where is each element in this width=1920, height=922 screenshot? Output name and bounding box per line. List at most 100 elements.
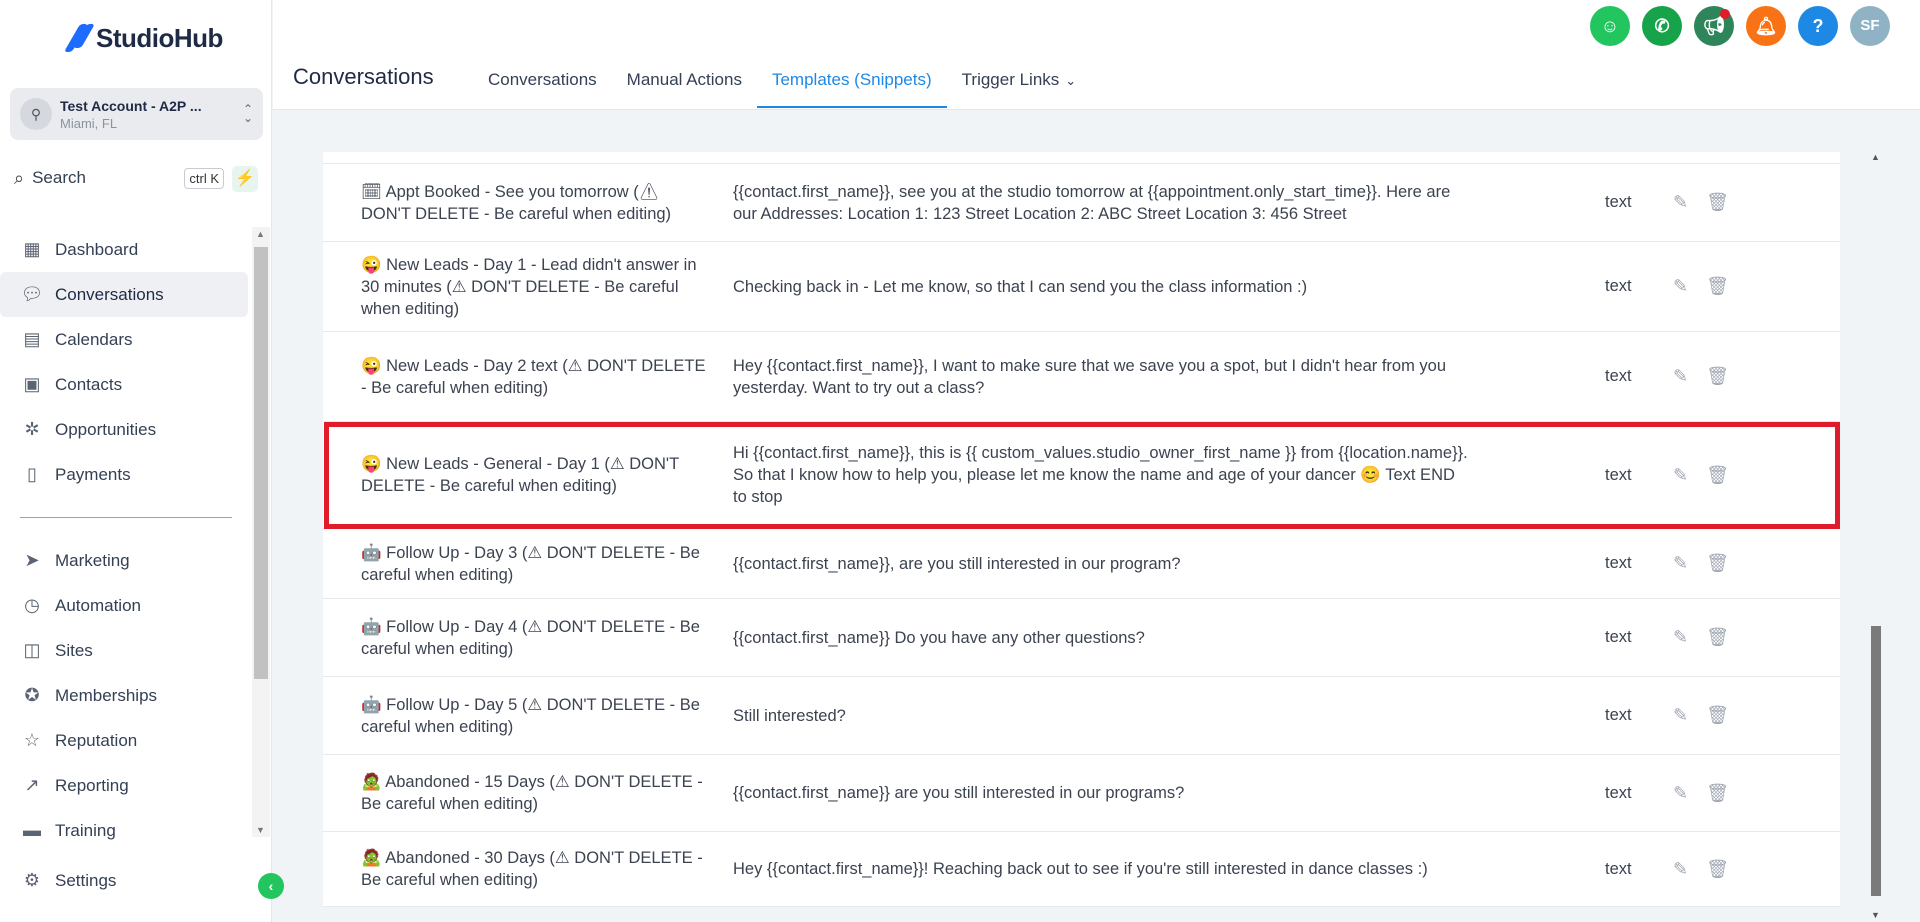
book-icon: ▬ [23,820,41,840]
edit-icon[interactable]: ✎ [1673,276,1688,297]
trash-icon[interactable]: 🗑︎ [1706,192,1729,213]
table-row-highlighted[interactable]: 😜 New Leads - General - Day 1 (⚠ DON'T D… [323,422,1840,529]
ai-bot-icon[interactable]: ☺ [1590,6,1630,46]
page-title: Conversations [293,64,434,89]
sidebar-item-reporting[interactable]: ↗ Reporting [0,763,252,808]
scroll-down-arrow-icon[interactable]: ▼ [256,825,265,835]
tab-manual-actions[interactable]: Manual Actions [612,56,757,108]
table-row-partial [323,152,1840,164]
template-type: text [1605,277,1632,295]
trash-icon[interactable]: 🗑︎ [1706,553,1729,574]
chevron-down-icon: ⌄ [1065,73,1077,88]
trash-icon[interactable]: 🗑︎ [1706,276,1729,297]
chart-icon: ↗ [24,775,40,795]
sidebar-item-calendars[interactable]: ▤ Calendars [0,317,252,362]
sidebar-nav: ▦ Dashboard 💬︎ Conversations ▤ Calendars ▣ C… [0,227,252,853]
sidebar-item-marketing[interactable]: ➤ Marketing [0,538,252,583]
account-switcher[interactable]: ⚲ Test Account - A2P ... Miami, FL ⌃ ⌄ [10,88,263,140]
scroll-up-arrow-icon[interactable]: ▲ [1871,152,1880,162]
sidebar-scrollbar[interactable]: ▲ ▼ [252,227,270,837]
sidebar-item-label: Calendars [55,329,133,349]
sidebar-item-conversations[interactable]: 💬︎ Conversations [0,272,248,317]
edit-icon[interactable]: ✎ [1673,783,1688,804]
template-body: {{contact.first_name}} Do you have any o… [733,628,1145,647]
chat-icon: 💬︎ [20,284,44,304]
edit-icon[interactable]: ✎ [1673,192,1688,213]
bell-icon[interactable]: 🔔︎ [1746,6,1786,46]
trash-icon[interactable]: 🗑︎ [1706,783,1729,804]
table-row[interactable]: 🧟 Abandoned - 30 Days (⚠ DON'T DELETE - … [323,832,1840,907]
quick-action-bolt-icon[interactable]: ⚡ [232,166,258,192]
phone-icon[interactable]: ✆ [1642,6,1682,46]
table-row[interactable]: 😜 New Leads - Day 1 - Lead didn't answer… [323,242,1840,332]
template-body: Checking back in - Let me know, so that … [733,277,1308,296]
sidebar-item-sites[interactable]: ◫ Sites [0,628,252,673]
sidebar-item-label: Training [55,820,116,840]
trash-icon[interactable]: 🗑︎ [1706,627,1729,648]
trash-icon[interactable]: 🗑︎ [1706,705,1729,726]
sidebar-item-memberships[interactable]: ✪ Memberships [0,673,252,718]
template-body: Hey {{contact.first_name}}! Reaching bac… [733,860,1428,878]
table-row[interactable]: 😜 New Leads - Day 2 text (⚠ DON'T DELETE… [323,332,1840,422]
sidebar-item-dashboard[interactable]: ▦ Dashboard [0,227,252,272]
sidebar-item-label: Contacts [55,374,123,394]
sidebar-item-label: Marketing [55,550,130,570]
dashboard-icon: ▦ [23,239,41,259]
table-row[interactable]: 🧟 Abandoned - 15 Days (⚠ DON'T DELETE - … [323,755,1840,832]
template-name: 🤖 Follow Up - Day 5 (⚠ DON'T DELETE - Be… [361,695,700,736]
sidebar-item-payments[interactable]: ▯ Payments [0,452,252,497]
trash-icon[interactable]: 🗑︎ [1706,465,1729,486]
sidebar-item-label: Opportunities [55,419,157,439]
template-type: text [1605,554,1632,572]
sidebar-item-label: Reporting [55,775,129,795]
sidebar-divider [20,517,232,518]
tab-conversations[interactable]: Conversations [473,56,612,108]
scroll-down-arrow-icon[interactable]: ▼ [1871,910,1880,920]
trash-icon[interactable]: 🗑︎ [1706,859,1729,880]
studiohub-logo[interactable]: StudioHub [63,22,223,54]
edit-icon[interactable]: ✎ [1673,366,1688,387]
edit-icon[interactable]: ✎ [1673,553,1688,574]
user-avatar[interactable]: SF [1850,6,1890,46]
edit-icon[interactable]: ✎ [1673,627,1688,648]
sidebar-scrollbar-thumb[interactable] [254,247,268,679]
main-scrollbar-thumb[interactable] [1871,626,1881,896]
sidebar-item-opportunities[interactable]: ✲ Opportunities [0,407,252,452]
calendar-icon: ▤ [23,329,41,349]
table-row[interactable]: 🤖 Follow Up - Day 4 (⚠ DON'T DELETE - Be… [323,599,1840,677]
edit-icon[interactable]: ✎ [1673,705,1688,726]
template-name: 🤖 Follow Up - Day 4 (⚠ DON'T DELETE - Be… [361,617,700,658]
table-row[interactable]: 🤖 Follow Up - Day 3 (⚠ DON'T DELETE - Be… [323,529,1840,599]
tab-label: Conversations [488,70,597,89]
trash-icon[interactable]: 🗑︎ [1706,366,1729,387]
scroll-up-arrow-icon[interactable]: ▲ [256,229,265,239]
sidebar-item-settings[interactable]: ⚙ Settings [20,870,117,891]
sidebar-item-training[interactable]: ▬ Training [0,808,252,853]
template-type: text [1605,628,1632,646]
membership-icon: ✪ [24,685,40,705]
collapse-sidebar-button[interactable]: ‹ [258,873,284,899]
edit-icon[interactable]: ✎ [1673,465,1688,486]
table-row[interactable]: 🤖 Follow Up - Day 5 (⚠ DON'T DELETE - Be… [323,677,1840,755]
template-body: {{contact.first_name}}, see you at the s… [733,182,1451,223]
sidebar-item-reputation[interactable]: ☆ Reputation [0,718,252,763]
tab-label: Templates (Snippets) [771,70,932,89]
help-icon[interactable]: ? [1798,6,1838,46]
search-label: Search [32,168,86,187]
template-type: text [1605,367,1632,385]
automation-icon: ◷ [24,595,40,615]
sidebar-item-label: Settings [55,870,117,890]
brand-name: StudioHub [96,22,223,53]
sidebar-item-label: Conversations [55,284,164,304]
template-body: Still interested? [733,706,846,725]
tab-trigger-links[interactable]: Trigger Links ⌄ [947,56,1092,108]
sidebar-item-label: Memberships [55,685,158,705]
sidebar-item-automation[interactable]: ◷ Automation [0,583,252,628]
megaphone-icon[interactable]: 📢︎ [1694,6,1734,46]
sidebar-item-contacts[interactable]: ▣ Contacts [0,362,252,407]
main-scrollbar[interactable]: ▲ ▼ [1868,148,1884,922]
edit-icon[interactable]: ✎ [1673,859,1688,880]
tab-templates-snippets[interactable]: Templates (Snippets) [756,56,947,108]
search-button[interactable]: ⌕ Search ctrl K [14,164,224,192]
table-row[interactable]: 🗓 Appt Booked - See you tomorrow (⚠ DON'… [323,164,1840,242]
